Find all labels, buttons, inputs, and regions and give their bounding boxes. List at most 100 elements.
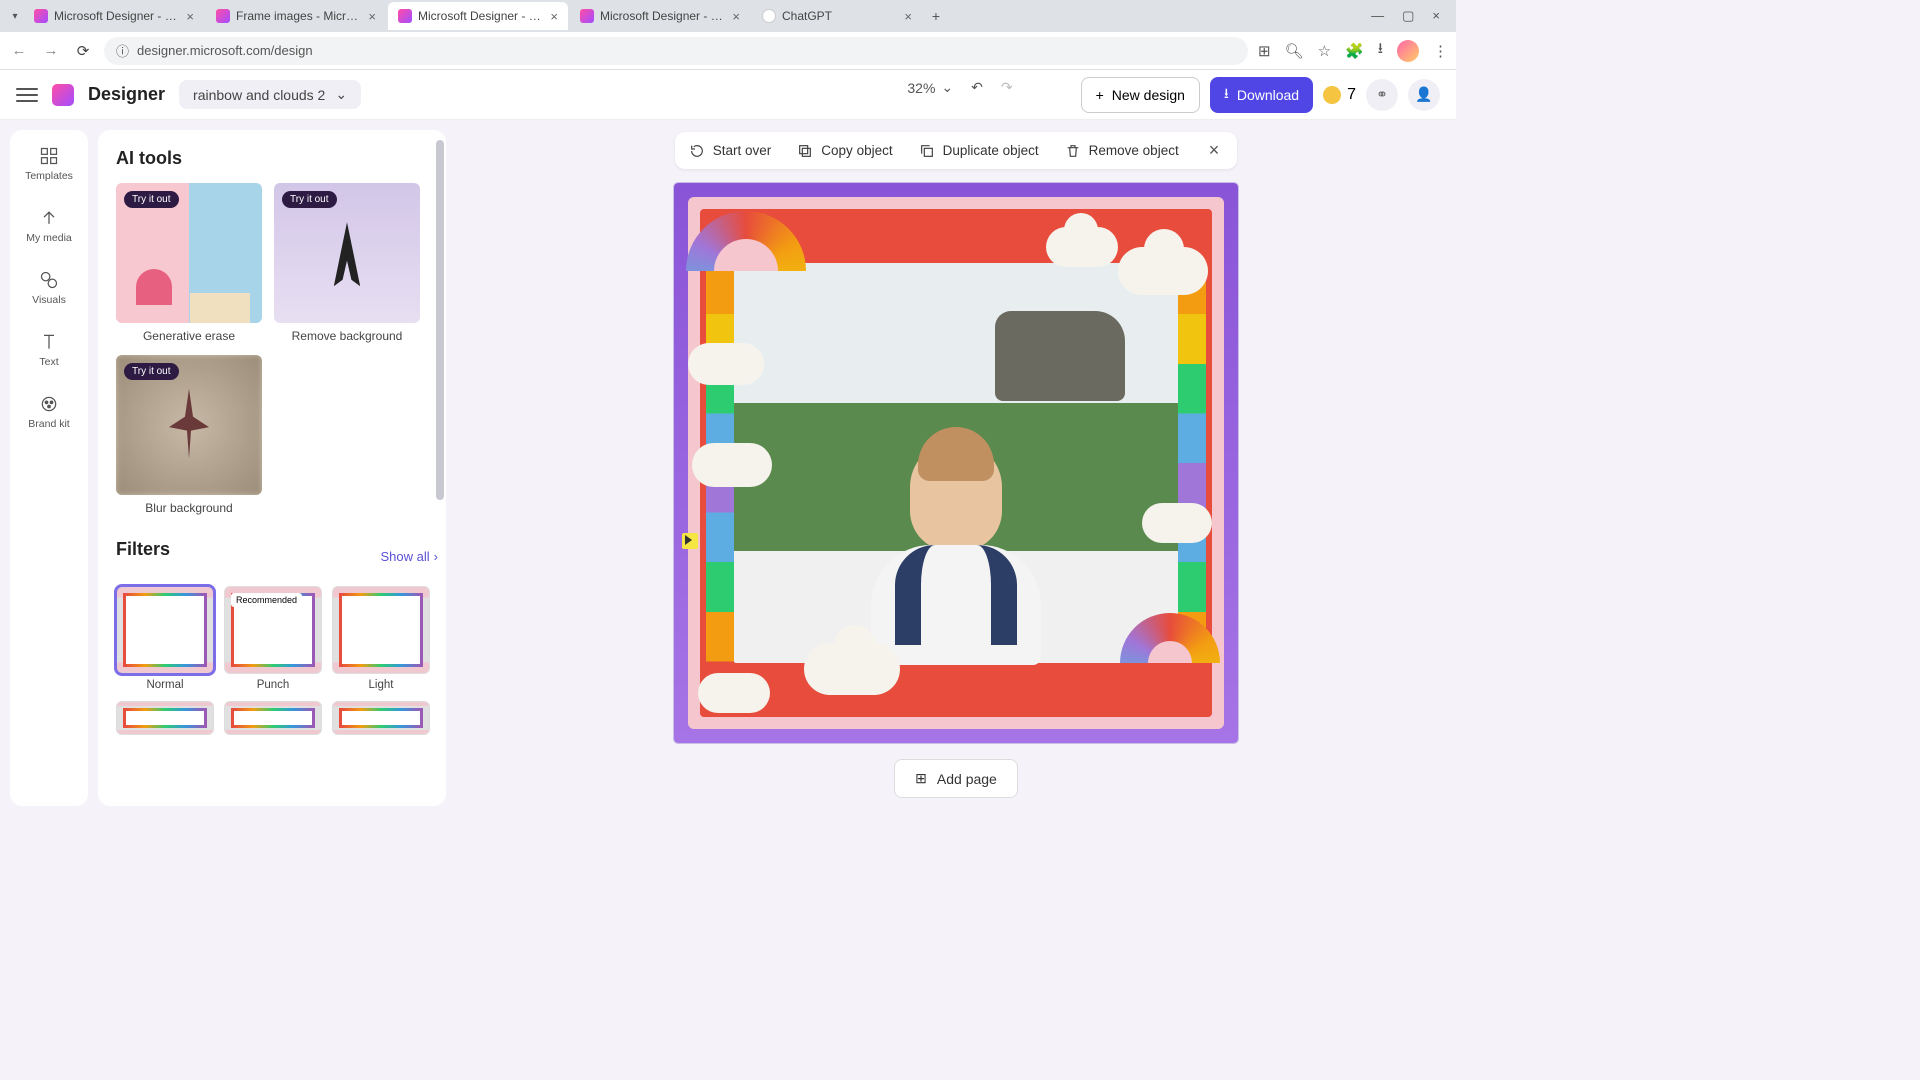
filter-thumbnail: Recommended	[224, 586, 322, 674]
rail-text[interactable]: Text	[10, 328, 88, 372]
extensions-icon[interactable]: 🧩	[1345, 42, 1364, 60]
tool-label: Blur background	[116, 501, 262, 515]
filter-punch[interactable]: Recommended Punch	[224, 586, 322, 691]
ai-tool-remove-background[interactable]: Try it out Remove background	[274, 183, 420, 343]
browser-chrome: ▾ Microsoft Designer - Stunning × Frame i…	[0, 0, 1456, 70]
tab-close-icon[interactable]: ×	[550, 9, 558, 24]
scrollbar-thumb[interactable]	[436, 140, 444, 500]
cloud-icon	[688, 343, 764, 385]
try-it-out-badge: Try it out	[282, 191, 337, 208]
tab-title: ChatGPT	[782, 9, 898, 23]
tab-title: Frame images - Microsoft Des	[236, 9, 362, 23]
context-toolbar: Start over Copy object Duplicate object …	[675, 132, 1237, 169]
filter-item[interactable]	[116, 701, 214, 735]
show-all-filters[interactable]: Show all›	[381, 549, 438, 564]
close-toolbar-icon[interactable]: ×	[1205, 140, 1224, 161]
browser-tab[interactable]: ChatGPT ×	[752, 2, 922, 30]
minimize-icon[interactable]: —	[1371, 8, 1384, 24]
rail-label: Templates	[25, 170, 73, 182]
nav-back-icon[interactable]: ←	[8, 42, 30, 59]
favicon-icon	[398, 9, 412, 23]
share-icon[interactable]: ⚭	[1366, 79, 1398, 111]
design-canvas[interactable]	[674, 183, 1238, 743]
ai-tool-generative-erase[interactable]: Try it out Generative erase	[116, 183, 262, 343]
plus-icon: +	[1096, 87, 1104, 103]
tab-history-dropdown[interactable]: ▾	[6, 11, 24, 22]
download-button[interactable]: ⭳Download	[1210, 77, 1313, 113]
filter-thumbnail	[332, 701, 430, 735]
design-name-dropdown[interactable]: rainbow and clouds 2 ⌄	[179, 80, 361, 109]
menu-button[interactable]	[16, 88, 38, 102]
chevron-down-icon: ⌄	[335, 86, 347, 103]
tab-close-icon[interactable]: ×	[904, 9, 912, 24]
tab-close-icon[interactable]: ×	[186, 9, 194, 24]
tool-thumbnail: Try it out	[274, 183, 420, 323]
tool-thumbnail: Try it out	[116, 355, 262, 495]
nav-forward-icon: →	[40, 42, 62, 59]
rail-visuals[interactable]: Visuals	[10, 266, 88, 310]
remove-object-button[interactable]: Remove object	[1065, 143, 1179, 159]
cloud-icon	[1142, 503, 1212, 543]
install-app-icon[interactable]: ⊞	[1258, 42, 1271, 60]
tab-close-icon[interactable]: ×	[732, 9, 740, 24]
button-label: Duplicate object	[943, 143, 1039, 158]
cloud-icon	[698, 673, 770, 713]
filter-thumbnail	[224, 701, 322, 735]
browser-tab[interactable]: Frame images - Microsoft Des ×	[206, 2, 386, 30]
filter-item[interactable]	[224, 701, 322, 735]
rail-label: Brand kit	[28, 418, 69, 430]
button-label: Copy object	[821, 143, 892, 158]
new-tab-button[interactable]: +	[924, 8, 948, 24]
zoom-controls: 32%⌄ ↶ ↷	[907, 79, 1012, 96]
tab-title: Microsoft Designer - Stunning	[600, 9, 726, 23]
reload-icon[interactable]: ⟳	[72, 42, 94, 60]
main-area: Templates My media Visuals Text Brand ki…	[0, 120, 1456, 816]
start-over-button[interactable]: Start over	[689, 143, 772, 159]
favicon-icon	[762, 9, 776, 23]
tool-label: Remove background	[274, 329, 420, 343]
bookmark-icon[interactable]: ☆	[1318, 42, 1331, 60]
close-window-icon[interactable]: ×	[1432, 8, 1440, 24]
toolbar-icons: ⊞ 🔍︎ ☆ 🧩 ⭳ ⋮	[1258, 38, 1448, 63]
tab-close-icon[interactable]: ×	[368, 9, 376, 24]
filter-label: Punch	[224, 679, 322, 691]
maximize-icon[interactable]: ▢	[1402, 8, 1414, 24]
tab-title: Microsoft Designer - Stunning	[54, 9, 180, 23]
browser-menu-icon[interactable]: ⋮	[1433, 42, 1448, 60]
filter-label: Normal	[116, 679, 214, 691]
filters-heading: Filters	[116, 539, 170, 560]
new-design-button[interactable]: + New design	[1081, 77, 1200, 113]
zoom-icon[interactable]: 🔍︎	[1285, 42, 1304, 60]
browser-tab[interactable]: Microsoft Designer - Stunning ×	[24, 2, 204, 30]
zoom-dropdown[interactable]: 32%⌄	[907, 79, 953, 96]
browser-tab-active[interactable]: Microsoft Designer - Stunning×	[388, 2, 568, 30]
button-label: New design	[1112, 87, 1185, 103]
ai-tool-blur-background[interactable]: Try it out Blur background	[116, 355, 262, 515]
recommended-badge: Recommended	[231, 593, 302, 607]
credits-badge[interactable]: 7	[1323, 86, 1356, 104]
cloud-icon	[692, 443, 772, 487]
panel-scrollbar[interactable]	[436, 140, 444, 796]
left-rail: Templates My media Visuals Text Brand ki…	[10, 130, 88, 806]
copy-object-button[interactable]: Copy object	[797, 143, 892, 159]
rail-brand-kit[interactable]: Brand kit	[10, 390, 88, 434]
url-field[interactable]: ⓘ designer.microsoft.com/design	[104, 37, 1248, 65]
rail-my-media[interactable]: My media	[10, 204, 88, 248]
tab-strip: ▾ Microsoft Designer - Stunning × Frame i…	[0, 0, 1456, 32]
filter-light[interactable]: Light	[332, 586, 430, 691]
show-all-label: Show all	[381, 549, 430, 564]
account-icon[interactable]: 👤	[1408, 79, 1440, 111]
duplicate-object-button[interactable]: Duplicate object	[919, 143, 1039, 159]
button-label: Start over	[713, 143, 772, 158]
undo-icon[interactable]: ↶	[971, 79, 983, 96]
profile-avatar[interactable]	[1397, 40, 1419, 62]
browser-tab[interactable]: Microsoft Designer - Stunning ×	[570, 2, 750, 30]
zoom-value: 32%	[907, 80, 935, 96]
filter-normal[interactable]: Normal	[116, 586, 214, 691]
filter-item[interactable]	[332, 701, 430, 735]
rail-templates[interactable]: Templates	[10, 142, 88, 186]
site-info-icon[interactable]: ⓘ	[116, 41, 129, 60]
add-page-button[interactable]: ⊞ Add page	[894, 759, 1018, 798]
downloads-icon[interactable]: ⭳	[1378, 38, 1383, 63]
plus-square-icon: ⊞	[915, 770, 927, 787]
